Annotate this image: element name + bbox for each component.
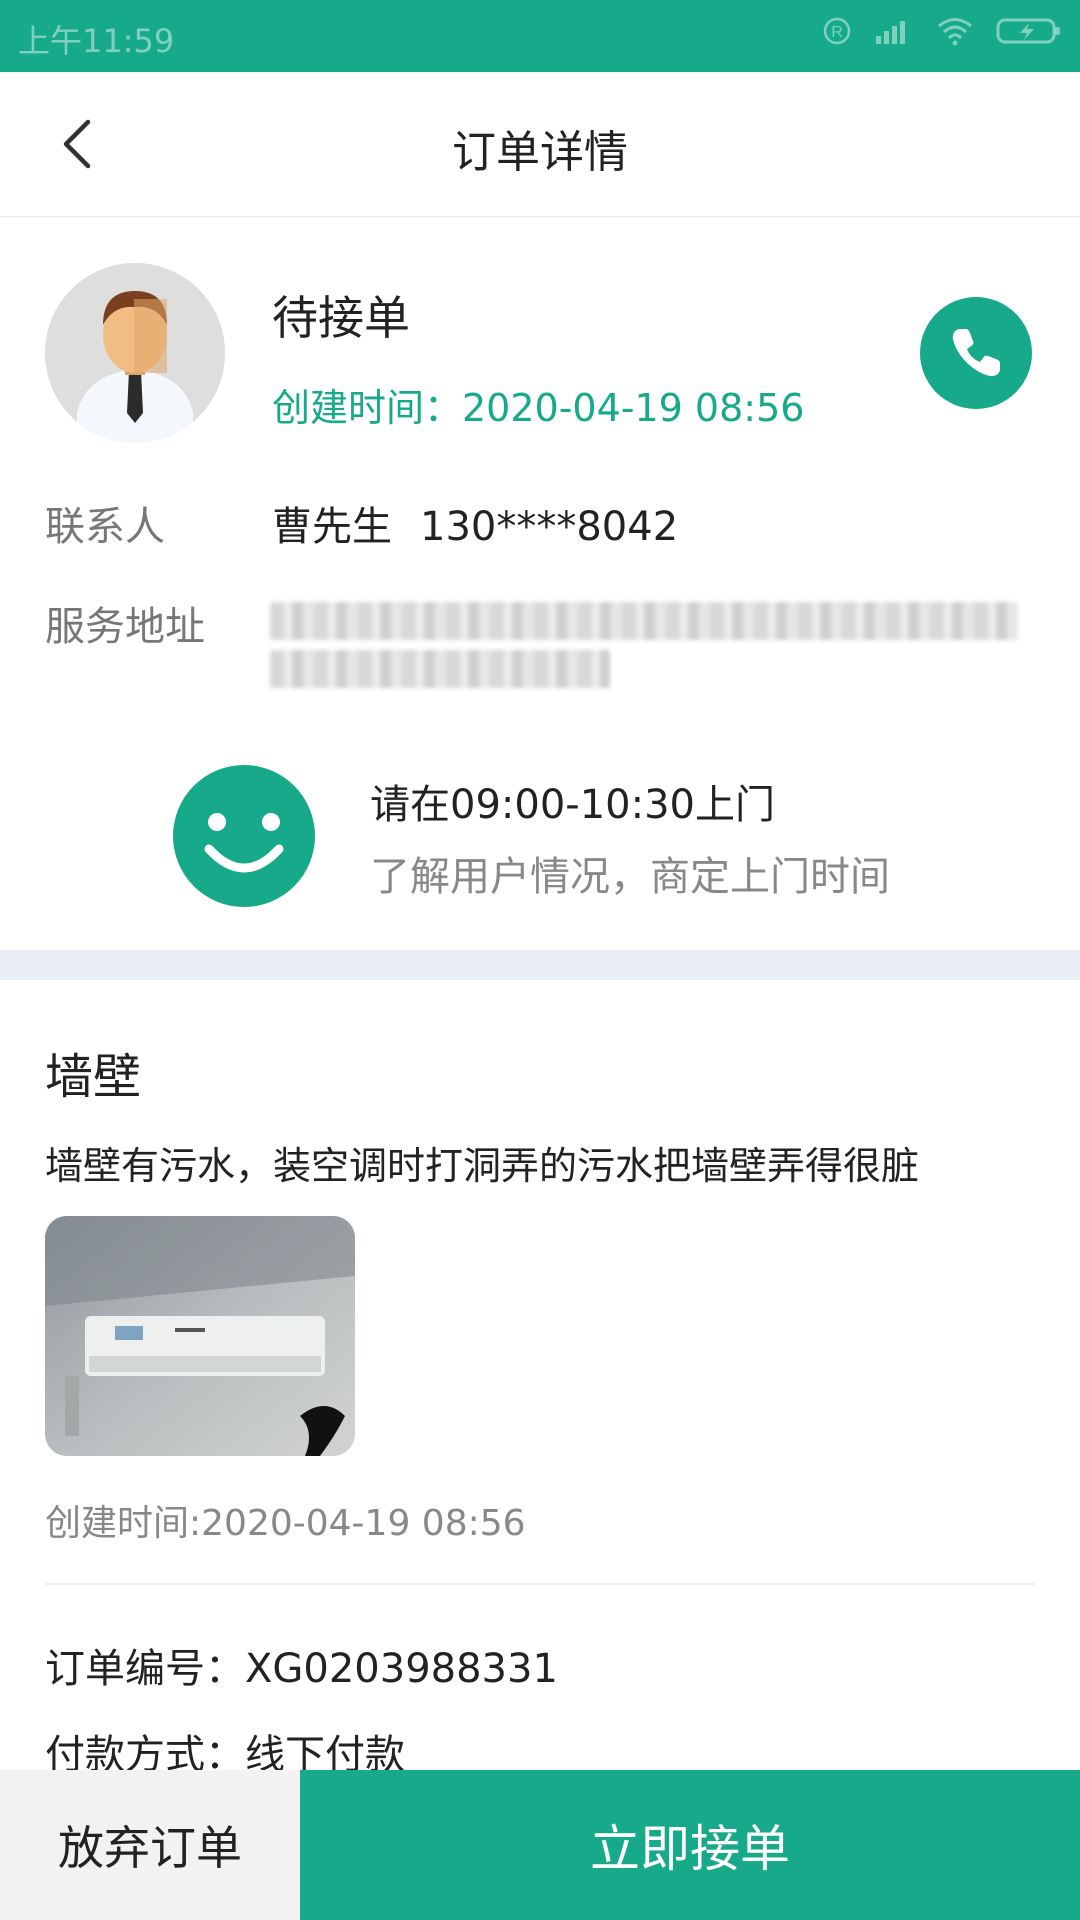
bottom-action-bar: 放弃订单 立即接单: [0, 1770, 1080, 1920]
accept-order-button[interactable]: 立即接单: [300, 1770, 1080, 1920]
phone-icon: [952, 329, 1000, 377]
visit-time: 请在09:00-10:30上门: [370, 782, 775, 828]
contact-name: 曹先生: [272, 504, 392, 550]
order-status: 待接单: [272, 291, 410, 345]
address-value-blurred: [270, 598, 1020, 690]
order-created-time: 创建时间：2020-04-19 08:56: [272, 386, 805, 430]
status-bar: 上午11:59 R: [0, 0, 1080, 72]
contact-info: 曹先生 130****8042: [272, 494, 706, 552]
smile-icon: [173, 765, 315, 907]
wifi-icon: [938, 18, 972, 46]
visit-hint: 了解用户情况，商定上门时间: [370, 854, 890, 900]
order-number: 订单编号：XG0203988331: [45, 1646, 558, 1692]
abandon-order-button[interactable]: 放弃订单: [0, 1770, 300, 1920]
avatar-icon: [45, 263, 225, 443]
registered-icon: R: [823, 17, 851, 45]
address-label: 服务地址: [45, 604, 205, 650]
section-divider: [0, 950, 1080, 980]
page-title: 订单详情: [452, 127, 628, 178]
item-photo[interactable]: [45, 1216, 355, 1456]
divider-line: [45, 1583, 1035, 1585]
contact-label: 联系人: [45, 504, 165, 550]
status-icons: R: [822, 16, 1062, 46]
air-conditioner-photo: [45, 1216, 355, 1456]
item-created-time: 创建时间:2020-04-19 08:56: [45, 1503, 526, 1544]
call-button[interactable]: [920, 297, 1032, 409]
item-description: 墙壁有污水，装空调时打洞弄的污水把墙壁弄得很脏: [45, 1144, 920, 1188]
battery-icon: [996, 18, 1060, 44]
nav-bar: 订单详情: [0, 72, 1080, 217]
signal-icon: [876, 21, 905, 44]
status-time: 上午11:59: [18, 22, 175, 60]
svg-text:R: R: [831, 24, 843, 41]
contact-phone: 130****8042: [420, 504, 679, 550]
item-category: 墙壁: [45, 1049, 142, 1105]
avatar: [45, 263, 225, 443]
